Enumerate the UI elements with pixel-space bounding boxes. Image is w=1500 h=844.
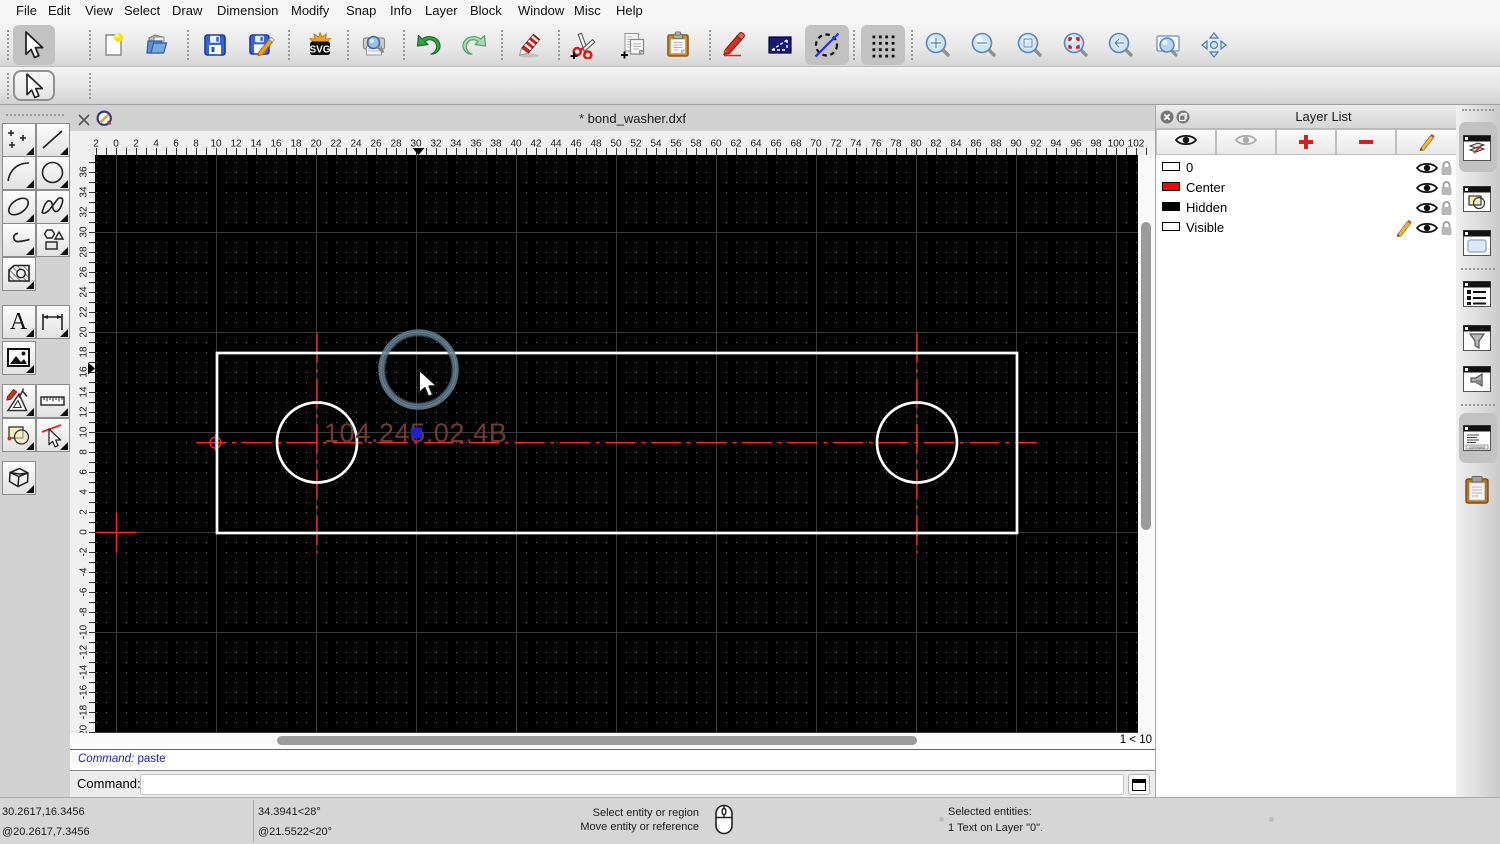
- svg-text:18: 18: [290, 139, 302, 150]
- svg-text:32: 32: [430, 139, 442, 150]
- svg-text:24: 24: [79, 286, 90, 298]
- svg-text:82: 82: [930, 139, 942, 150]
- svg-text:16: 16: [79, 366, 90, 378]
- svg-text:30: 30: [79, 226, 90, 238]
- svg-text:46: 46: [570, 139, 582, 150]
- svg-text:14: 14: [79, 386, 90, 398]
- svg-text:58: 58: [690, 139, 702, 150]
- svg-text:40: 40: [510, 139, 522, 150]
- svg-text:88: 88: [990, 139, 1002, 150]
- svg-text:66: 66: [770, 139, 782, 150]
- svg-text:62: 62: [730, 139, 742, 150]
- svg-text:2: 2: [93, 139, 99, 150]
- svg-text:14: 14: [250, 139, 262, 150]
- svg-text:28: 28: [390, 139, 402, 150]
- svg-text:28: 28: [79, 246, 90, 258]
- svg-text:50: 50: [610, 139, 622, 150]
- svg-text:30: 30: [410, 139, 422, 150]
- svg-text:SVG: SVG: [309, 45, 330, 56]
- svg-text:-14: -14: [79, 664, 90, 679]
- svg-text:84: 84: [950, 139, 962, 150]
- svg-text:-6: -6: [79, 587, 90, 596]
- svg-text:76: 76: [870, 139, 882, 150]
- svg-text:16: 16: [270, 139, 282, 150]
- svg-text:34: 34: [450, 139, 462, 150]
- svg-text:22: 22: [79, 306, 90, 318]
- svg-text:98: 98: [1090, 139, 1102, 150]
- svg-text:8: 8: [193, 139, 199, 150]
- svg-text:4: 4: [153, 139, 159, 150]
- svg-text:10: 10: [79, 426, 90, 438]
- svg-text:60: 60: [710, 139, 722, 150]
- svg-text:-20: -20: [79, 724, 90, 733]
- svg-text:2: 2: [133, 139, 139, 150]
- svg-text:8: 8: [79, 449, 90, 455]
- svg-text:96: 96: [1070, 139, 1082, 150]
- svg-text:20: 20: [310, 139, 322, 150]
- svg-text:0: 0: [113, 139, 119, 150]
- svg-text:-12: -12: [79, 644, 90, 659]
- svg-text:-18: -18: [79, 704, 90, 719]
- svg-text:-8: -8: [79, 607, 90, 616]
- svg-text:70: 70: [810, 139, 822, 150]
- svg-text:10: 10: [210, 139, 222, 150]
- svg-text:-10: -10: [79, 624, 90, 639]
- svg-text:-16: -16: [79, 684, 90, 699]
- svg-text:6: 6: [79, 469, 90, 475]
- svg-text:68: 68: [790, 139, 802, 150]
- svg-text:64: 64: [750, 139, 762, 150]
- svg-text:54: 54: [650, 139, 662, 150]
- svg-text:80: 80: [910, 139, 922, 150]
- svg-text:92: 92: [1030, 139, 1042, 150]
- svg-text:26: 26: [79, 266, 90, 278]
- svg-text:18: 18: [79, 346, 90, 358]
- svg-text:48: 48: [590, 139, 602, 150]
- svg-text:26: 26: [370, 139, 382, 150]
- svg-text:56: 56: [670, 139, 682, 150]
- svg-text:78: 78: [890, 139, 902, 150]
- svg-text:command: command: [1469, 446, 1484, 450]
- svg-text:24: 24: [350, 139, 362, 150]
- svg-text:90: 90: [1010, 139, 1022, 150]
- svg-text:36: 36: [470, 139, 482, 150]
- svg-text:2: 2: [79, 509, 90, 515]
- svg-text:86: 86: [970, 139, 982, 150]
- svg-text:38: 38: [490, 139, 502, 150]
- svg-text:102: 102: [1128, 139, 1145, 150]
- svg-text:72: 72: [830, 139, 842, 150]
- svg-text:44: 44: [550, 139, 562, 150]
- svg-text:4: 4: [79, 489, 90, 495]
- svg-text:52: 52: [630, 139, 642, 150]
- svg-text:12: 12: [230, 139, 242, 150]
- svg-text:22: 22: [330, 139, 342, 150]
- svg-text:74: 74: [850, 139, 862, 150]
- svg-text:36: 36: [79, 166, 90, 178]
- svg-text:20: 20: [79, 326, 90, 338]
- svg-text:100: 100: [1108, 139, 1125, 150]
- svg-text:42: 42: [530, 139, 542, 150]
- svg-text:32: 32: [79, 206, 90, 218]
- svg-text:34: 34: [79, 186, 90, 198]
- svg-text:-4: -4: [79, 567, 90, 576]
- svg-text:94: 94: [1050, 139, 1062, 150]
- svg-text:12: 12: [79, 406, 90, 418]
- svg-text:0: 0: [79, 529, 90, 535]
- svg-text:-2: -2: [79, 547, 90, 556]
- svg-text:6: 6: [173, 139, 179, 150]
